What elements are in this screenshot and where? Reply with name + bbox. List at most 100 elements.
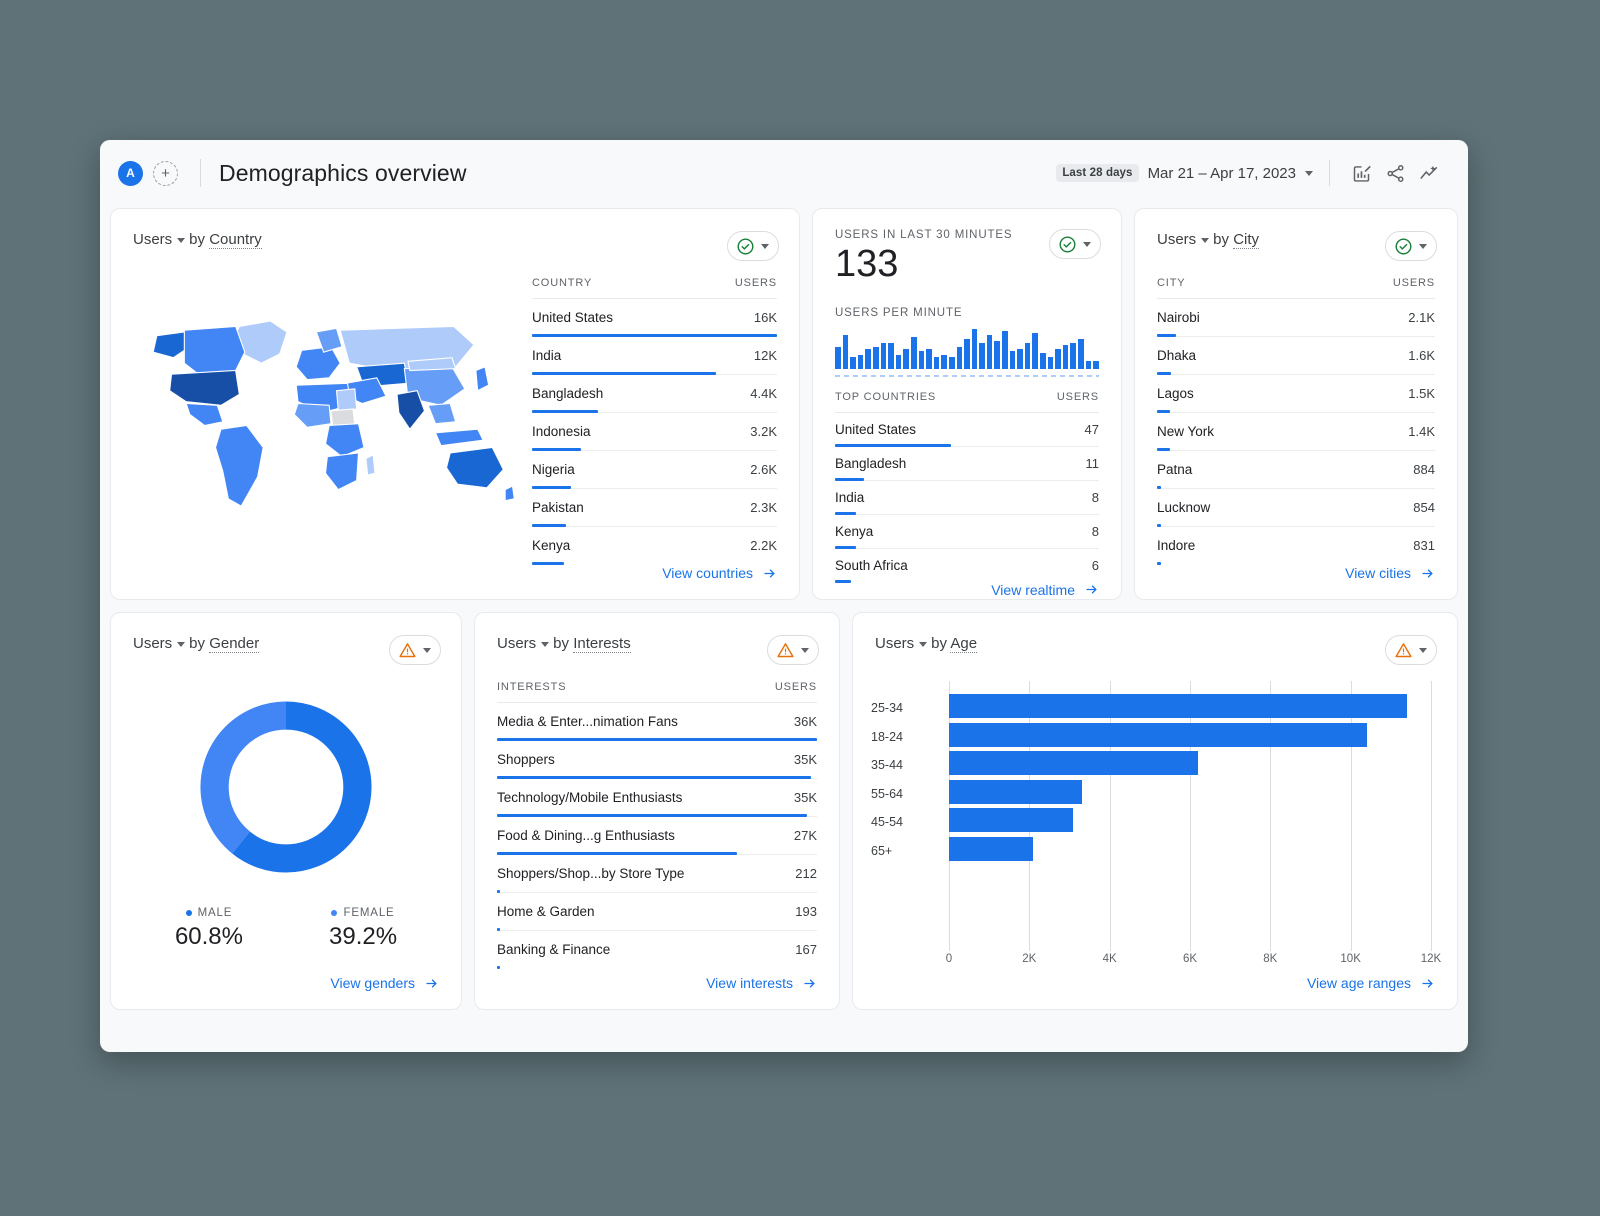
table-row[interactable]: Pakistan2.3K	[532, 489, 777, 527]
age-bar-chart[interactable]: 25-34 18-24 35-44 55-64 45-54 65+	[853, 665, 1457, 975]
chevron-down-icon[interactable]	[541, 642, 549, 647]
column-header-users: USERS	[1393, 277, 1435, 289]
table-row[interactable]: Nigeria2.6K	[532, 451, 777, 489]
table-row[interactable]: Indore831	[1157, 527, 1435, 564]
table-row[interactable]: Patna884	[1157, 451, 1435, 489]
table-row[interactable]: Shoppers35K	[497, 741, 817, 779]
table-row[interactable]: Indonesia3.2K	[532, 413, 777, 451]
card-title: Usersby City	[1157, 231, 1259, 248]
bar-65plus[interactable]	[949, 837, 1033, 861]
table-row[interactable]: Kenya2.2K	[532, 527, 777, 564]
row-value: 212	[795, 866, 817, 881]
card-users-by-country: Usersby Country	[110, 208, 800, 600]
table-row[interactable]: India8	[835, 481, 1099, 515]
row-value: 4.4K	[750, 386, 777, 401]
link-label: View realtime	[991, 582, 1075, 598]
chevron-down-icon[interactable]	[423, 648, 431, 653]
table-row[interactable]: Banking & Finance167	[497, 931, 817, 968]
table-row[interactable]: Lagos1.5K	[1157, 375, 1435, 413]
users-per-minute-sparkline[interactable]	[835, 329, 1099, 369]
bar-55-64[interactable]	[949, 780, 1082, 804]
view-age-ranges-link[interactable]: View age ranges	[1307, 975, 1435, 991]
metric-label[interactable]: Users	[1157, 231, 1196, 248]
dimension-label[interactable]: Age	[950, 635, 977, 653]
date-range-label[interactable]: Mar 21 – Apr 17, 2023	[1148, 165, 1296, 182]
dimension-label[interactable]: Country	[209, 231, 262, 249]
row-label: Nigeria	[532, 462, 575, 477]
chevron-down-icon[interactable]	[761, 244, 769, 249]
world-map-svg	[133, 310, 518, 521]
share-icon[interactable]	[1378, 156, 1412, 190]
card-footer: View age ranges	[853, 975, 1457, 1009]
age-label: 55-64	[871, 780, 949, 809]
insights-icon[interactable]	[1412, 156, 1446, 190]
plus-circle-icon[interactable]: +	[153, 161, 178, 186]
table-row[interactable]: Kenya8	[835, 515, 1099, 549]
table-row[interactable]: Lucknow854	[1157, 489, 1435, 527]
arrow-right-icon	[1084, 582, 1099, 597]
table-row[interactable]: Media & Enter...nimation Fans36K	[497, 703, 817, 741]
chevron-down-icon[interactable]	[177, 238, 185, 243]
table-row[interactable]: United States47	[835, 413, 1099, 447]
card-users-by-gender: Usersby Gender	[110, 612, 462, 1010]
arrow-right-icon	[1420, 566, 1435, 581]
data-quality-pill[interactable]	[1049, 229, 1101, 259]
metric-label[interactable]: Users	[875, 635, 914, 652]
chevron-down-icon[interactable]	[1305, 171, 1313, 176]
chevron-down-icon[interactable]	[177, 642, 185, 647]
data-quality-pill[interactable]	[1385, 231, 1437, 261]
chevron-down-icon[interactable]	[1083, 242, 1091, 247]
table-row[interactable]: Shoppers/Shop...by Store Type212	[497, 855, 817, 893]
table-row[interactable]: Nairobi2.1K	[1157, 299, 1435, 337]
bar-35-44[interactable]	[949, 751, 1198, 775]
dimension-label[interactable]: Gender	[209, 635, 259, 653]
data-quality-pill[interactable]	[767, 635, 819, 665]
view-genders-link[interactable]: View genders	[330, 975, 439, 991]
world-map-chart[interactable]	[133, 265, 518, 565]
metric-label[interactable]: Users	[133, 635, 172, 652]
view-countries-link[interactable]: View countries	[662, 565, 777, 581]
chevron-down-icon[interactable]	[919, 642, 927, 647]
table-row[interactable]: South Africa6	[835, 549, 1099, 582]
view-realtime-link[interactable]: View realtime	[991, 582, 1099, 598]
row-value: 8	[1092, 524, 1099, 539]
table-row[interactable]: Bangladesh11	[835, 447, 1099, 481]
table-row[interactable]: India12K	[532, 337, 777, 375]
table-row[interactable]: United States16K	[532, 299, 777, 337]
table-row[interactable]: Bangladesh4.4K	[532, 375, 777, 413]
table-row[interactable]: Food & Dining...g Enthusiasts27K	[497, 817, 817, 855]
table-row[interactable]: Home & Garden193	[497, 893, 817, 931]
metric-label[interactable]: Users	[133, 231, 172, 248]
card-users-by-age: Usersby Age 25-34	[852, 612, 1458, 1010]
data-quality-pill[interactable]	[1385, 635, 1437, 665]
metric-label[interactable]: Users	[497, 635, 536, 652]
avatar[interactable]: A	[118, 161, 143, 186]
chevron-down-icon[interactable]	[801, 648, 809, 653]
chevron-down-icon[interactable]	[1201, 238, 1209, 243]
view-interests-link[interactable]: View interests	[706, 975, 817, 991]
dimension-label[interactable]: Interests	[573, 635, 631, 653]
table-row[interactable]: Dhaka1.6K	[1157, 337, 1435, 375]
gender-donut-chart[interactable]: MALE 60.8% FEMALE 39.2%	[111, 665, 461, 975]
card-realtime: USERS IN LAST 30 MINUTES 133 USERS PER M…	[812, 208, 1122, 600]
bar-45-54[interactable]	[949, 808, 1073, 832]
row-label: South Africa	[835, 558, 908, 573]
data-quality-pill[interactable]	[389, 635, 441, 665]
card-header: Usersby Age	[853, 613, 1457, 665]
row-label: Banking & Finance	[497, 942, 610, 957]
by-label: by	[553, 635, 569, 652]
chevron-down-icon[interactable]	[1419, 244, 1427, 249]
realtime-body: USERS PER MINUTE	[813, 307, 1121, 582]
chevron-down-icon[interactable]	[1419, 648, 1427, 653]
view-cities-link[interactable]: View cities	[1345, 565, 1435, 581]
bar-18-24[interactable]	[949, 723, 1367, 747]
edit-comparison-icon[interactable]	[1344, 156, 1378, 190]
table-row[interactable]: New York1.4K	[1157, 413, 1435, 451]
dimension-label[interactable]: City	[1233, 231, 1259, 249]
table: INTERESTS USERS Media & Enter...nimation…	[497, 681, 817, 968]
row-label: Patna	[1157, 462, 1192, 477]
data-quality-pill[interactable]	[727, 231, 779, 261]
link-label: View age ranges	[1307, 975, 1411, 991]
table-row[interactable]: Technology/Mobile Enthusiasts35K	[497, 779, 817, 817]
bar-25-34[interactable]	[949, 694, 1407, 718]
